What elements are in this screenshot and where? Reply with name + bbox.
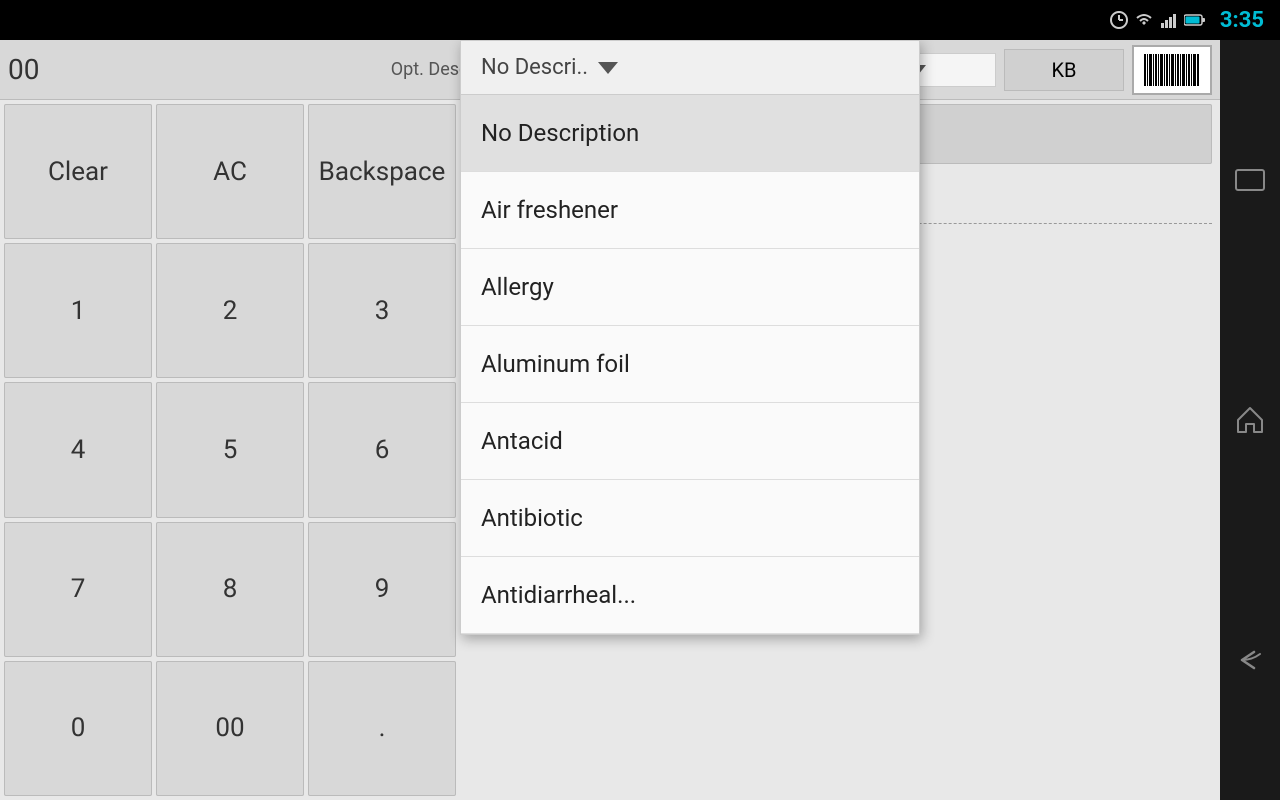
clock-icon [1110, 11, 1128, 29]
dropdown-item-aluminum-foil[interactable]: Aluminum foil [461, 326, 919, 403]
back-icon [1234, 648, 1266, 672]
recent-apps-button[interactable] [1228, 158, 1272, 202]
key-7[interactable]: 7 [4, 522, 152, 657]
key-dot[interactable]: . [308, 661, 456, 796]
key-backspace[interactable]: Backspace [308, 104, 456, 239]
barcode-icon [1142, 52, 1202, 88]
nav-buttons [1220, 40, 1280, 800]
barcode-button[interactable] [1132, 45, 1212, 95]
home-icon [1234, 404, 1266, 436]
home-button[interactable] [1228, 398, 1272, 442]
dropdown-item-antibiotic[interactable]: Antibiotic [461, 480, 919, 557]
description-dropdown-menu: No Descri.. No Description Air freshener… [460, 100, 920, 635]
key-2[interactable]: 2 [156, 243, 304, 378]
wifi-icon [1134, 12, 1154, 28]
dropdown-item-air-freshener[interactable]: Air freshener [461, 172, 919, 249]
keypad-row-5: 0 00 . [4, 661, 456, 796]
dropdown-item-allergy[interactable]: Allergy [461, 249, 919, 326]
signal-icon [1160, 11, 1178, 29]
kb-button[interactable]: KB [1004, 49, 1124, 91]
key-00[interactable]: 00 [156, 661, 304, 796]
status-icons: 3:35 [1110, 8, 1264, 33]
key-3[interactable]: 3 [308, 243, 456, 378]
dropdown-item-no-description[interactable]: No Description [461, 100, 919, 172]
key-ac[interactable]: AC [156, 104, 304, 239]
key-clear[interactable]: Clear [4, 104, 152, 239]
key-0[interactable]: 0 [4, 661, 152, 796]
keypad-row-3: 4 5 6 [4, 382, 456, 517]
key-8[interactable]: 8 [156, 522, 304, 657]
dropdown-item-antidiarrheal[interactable]: Antidiarrheal... [461, 557, 919, 634]
keypad-row-2: 1 2 3 [4, 243, 456, 378]
amount-display: 00 [8, 53, 68, 86]
key-1[interactable]: 1 [4, 243, 152, 378]
keypad-row-1: Clear AC Backspace [4, 104, 456, 239]
calc-area: Clear AC Backspace 1 2 3 4 5 6 7 8 9 [0, 100, 1220, 800]
status-time: 3:35 [1220, 8, 1264, 33]
battery-icon [1184, 13, 1206, 27]
keypad-row-4: 7 8 9 [4, 522, 456, 657]
dropdown-item-antacid[interactable]: Antacid [461, 403, 919, 480]
recent-apps-icon [1234, 168, 1266, 192]
keypad: Clear AC Backspace 1 2 3 4 5 6 7 8 9 [0, 100, 460, 800]
key-6[interactable]: 6 [308, 382, 456, 517]
back-button[interactable] [1228, 638, 1272, 682]
status-bar: 3:35 [0, 0, 1280, 40]
app-area: 00 Opt. Desc. No Descri.. KB [0, 40, 1220, 800]
key-4[interactable]: 4 [4, 382, 152, 517]
key-9[interactable]: 9 [308, 522, 456, 657]
key-5[interactable]: 5 [156, 382, 304, 517]
